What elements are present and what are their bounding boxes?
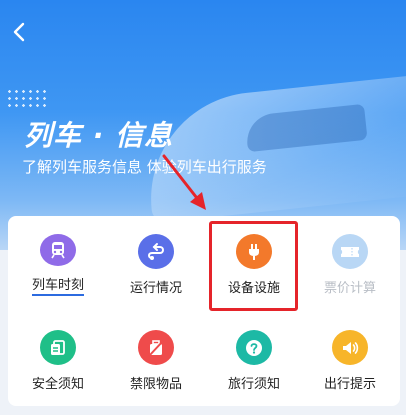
service-prohibited-items[interactable]: 禁限物品 — [108, 312, 204, 392]
service-travel-tips[interactable]: 出行提示 — [302, 312, 398, 392]
highlight-box — [209, 221, 298, 311]
ticket-icon — [332, 234, 368, 269]
speaker-icon — [332, 330, 368, 365]
dot-pattern — [6, 88, 50, 110]
page-subtitle: 了解列车服务信息 体验列车出行服务 — [22, 158, 267, 176]
service-fare-calculation[interactable]: 票价计算 — [302, 216, 398, 296]
service-label: 安全须知 — [31, 377, 84, 392]
service-label: 运行情况 — [129, 281, 182, 296]
services-card: 列车时刻 运行情况 设备设施 票价计算 安全须知 禁限物品 旅行须知 出行提示 — [8, 216, 400, 406]
service-operation-status[interactable]: 运行情况 — [108, 216, 204, 296]
train-icon — [40, 234, 76, 266]
prohibited-luggage-icon — [138, 330, 174, 365]
route-icon — [138, 234, 174, 269]
service-label: 票价计算 — [323, 281, 376, 296]
question-icon — [236, 330, 272, 365]
service-label: 旅行须知 — [227, 377, 280, 392]
service-train-schedule[interactable]: 列车时刻 — [10, 216, 106, 296]
service-safety-notice[interactable]: 安全须知 — [10, 312, 106, 392]
service-label: 出行提示 — [323, 377, 376, 392]
service-label: 禁限物品 — [129, 377, 182, 392]
page-title: 列车 · 信息 — [24, 119, 174, 152]
service-travel-notice[interactable]: 旅行须知 — [206, 312, 302, 392]
pointer-arrow-icon — [162, 154, 206, 210]
service-label: 列车时刻 — [31, 274, 84, 296]
shield-doc-icon — [40, 330, 76, 365]
back-button[interactable] — [8, 20, 32, 44]
back-icon — [13, 22, 25, 42]
